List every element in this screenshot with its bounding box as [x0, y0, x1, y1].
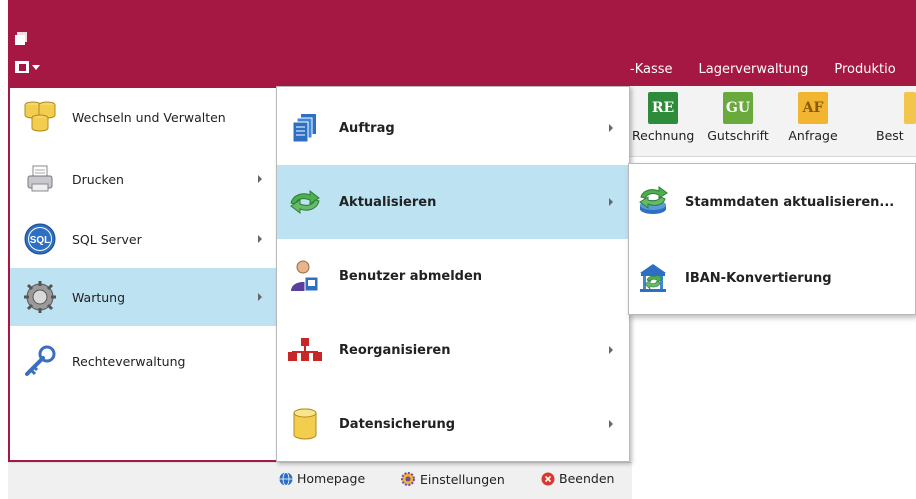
chevron-right-icon	[258, 293, 262, 301]
submenu-item-label: Datensicherung	[339, 416, 456, 432]
chevron-right-icon	[258, 235, 262, 243]
printer-icon	[22, 161, 58, 197]
homepage-button[interactable]: Homepage	[279, 471, 365, 486]
flyout-item-stammdaten[interactable]: Stammdaten aktualisieren...	[629, 164, 915, 240]
bestellung-icon	[904, 92, 916, 124]
rechnung-button[interactable]: RE Rechnung	[632, 92, 694, 143]
key-icon	[22, 343, 58, 379]
gutschrift-icon: GU	[723, 92, 753, 124]
sql-icon: SQL	[22, 221, 58, 257]
submenu-item-reorganisieren[interactable]: Reorganisieren	[277, 313, 629, 387]
aktualisieren-flyout: Stammdaten aktualisieren... IBAN-Konvert…	[628, 163, 916, 315]
ribbon-tabs: -Kasse Lagerverwaltung Produktio	[630, 62, 916, 82]
tab-produktion[interactable]: Produktio	[834, 62, 895, 82]
submenu-item-label: Reorganisieren	[339, 342, 451, 358]
homepage-label: Homepage	[297, 471, 366, 486]
settings-icon	[401, 472, 415, 486]
rechnung-label: Rechnung	[632, 128, 695, 143]
chevron-right-icon	[609, 124, 613, 132]
tab-lagerverwaltung[interactable]: Lagerverwaltung	[699, 62, 809, 82]
ribbon-panel: RE Rechnung GU Gutschrift AF Anfrage Bes…	[630, 86, 916, 157]
gutschrift-label: Gutschrift	[707, 128, 769, 143]
submenu-item-auftrag[interactable]: Auftrag	[277, 91, 629, 165]
einstellungen-button[interactable]: Einstellungen	[400, 471, 505, 487]
menu-item-wartung[interactable]: Wartung	[10, 268, 276, 326]
main-menu: Wechseln und Verwalten Drucken SQL SQL S…	[10, 88, 276, 460]
menu-item-rechteverwaltung[interactable]: Rechteverwaltung	[10, 332, 276, 390]
submenu-item-label: Aktualisieren	[339, 194, 437, 210]
menu-item-label: Drucken	[72, 171, 124, 187]
chevron-right-icon	[609, 198, 613, 206]
database-refresh-icon	[635, 184, 671, 220]
chevron-right-icon	[258, 175, 262, 183]
submenu-item-label: Auftrag	[339, 120, 395, 136]
anfrage-button[interactable]: AF Anfrage	[786, 92, 840, 143]
bank-refresh-icon	[635, 260, 671, 296]
menu-grid-icon	[15, 61, 29, 73]
chevron-right-icon	[609, 346, 613, 354]
gutschrift-button[interactable]: GU Gutschrift	[706, 92, 770, 143]
sql-icon-text: SQL	[30, 235, 51, 246]
application-menu-button[interactable]	[11, 55, 45, 79]
chevron-right-icon	[609, 420, 613, 428]
flyout-item-label: IBAN-Konvertierung	[685, 270, 832, 286]
bestellung-button[interactable]: Best	[876, 92, 916, 143]
menu-item-label: Wechseln und Verwalten	[72, 109, 226, 125]
database-icon	[287, 406, 323, 442]
app-icon	[13, 32, 27, 46]
menu-item-label: Rechteverwaltung	[72, 353, 186, 369]
flyout-item-label: Stammdaten aktualisieren...	[685, 194, 895, 210]
wartung-submenu: Auftrag Aktualisieren Benutzer abmelden	[276, 86, 630, 462]
menu-item-label: SQL Server	[72, 231, 142, 247]
submenu-item-label: Benutzer abmelden	[339, 268, 483, 284]
anfrage-label: Anfrage	[788, 128, 838, 143]
user-logout-icon	[287, 258, 323, 294]
chevron-down-icon	[32, 64, 40, 70]
beenden-label: Beenden	[559, 471, 615, 486]
close-icon	[541, 472, 555, 485]
anfrage-icon: AF	[798, 92, 828, 124]
hierarchy-icon	[287, 332, 323, 368]
einstellungen-label: Einstellungen	[420, 471, 505, 487]
documents-icon	[287, 110, 323, 146]
gear-icon	[22, 279, 58, 315]
bestellung-label: Best	[876, 128, 904, 143]
menu-item-sql-server[interactable]: SQL SQL Server	[10, 210, 276, 268]
beenden-button[interactable]: Beenden	[541, 471, 614, 486]
rechnung-icon: RE	[648, 92, 678, 124]
database-stack-icon	[22, 99, 58, 135]
menu-item-drucken[interactable]: Drucken	[10, 150, 276, 208]
submenu-item-aktualisieren[interactable]: Aktualisieren	[277, 165, 629, 239]
tab-kasse[interactable]: -Kasse	[630, 62, 673, 82]
refresh-arrows-icon	[287, 184, 323, 220]
menu-item-label: Wartung	[72, 289, 126, 305]
globe-icon	[279, 471, 293, 486]
flyout-item-iban[interactable]: IBAN-Konvertierung	[629, 240, 915, 316]
menu-item-wechseln-verwalten[interactable]: Wechseln und Verwalten	[10, 88, 276, 146]
submenu-item-datensicherung[interactable]: Datensicherung	[277, 387, 629, 461]
submenu-item-benutzer-abmelden[interactable]: Benutzer abmelden	[277, 239, 629, 313]
